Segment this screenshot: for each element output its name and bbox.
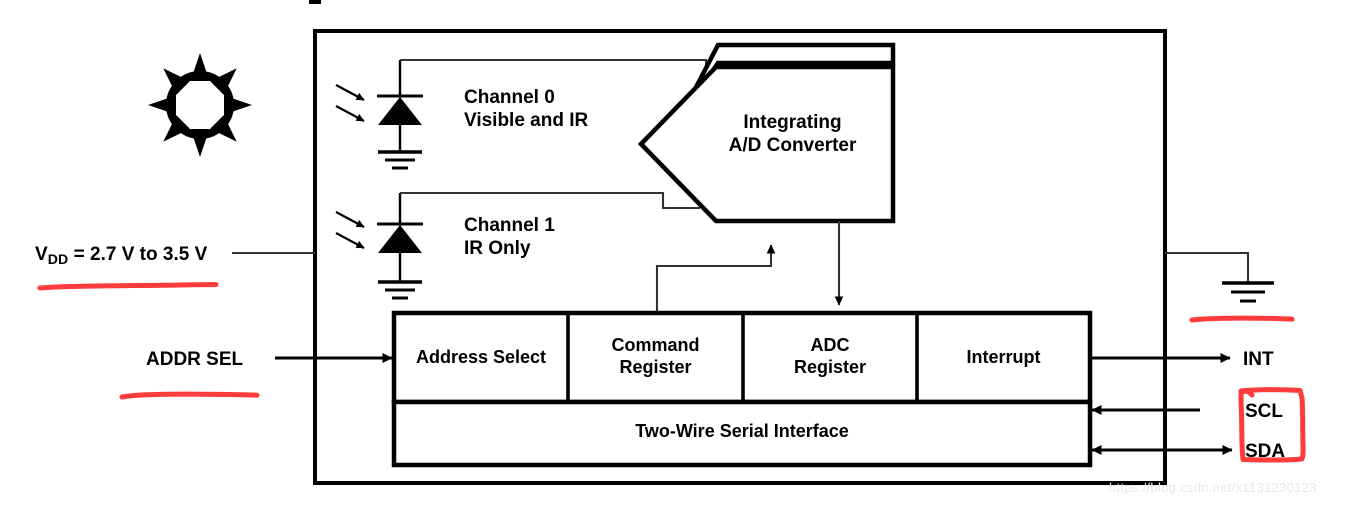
channel-1-line2: IR Only [464,238,531,260]
scl-pin-label: SCL [1245,400,1283,423]
channel-0-line1: Channel 0 [464,87,555,108]
scl-text: SCL [1245,401,1283,422]
vdd-v: V [35,244,48,265]
adc-line1: Integrating [743,112,842,133]
channel-0-line2: Visible and IR [464,110,589,132]
command-register-line1: Command [611,335,700,355]
register-cell-command-register[interactable]: Command Register [568,335,743,379]
serial-interface-text: Two-Wire Serial Interface [635,421,849,441]
adc-line2: A/D Converter [728,135,857,157]
register-cell-interrupt[interactable]: Interrupt [917,347,1090,369]
address-select-line1: Address Select [415,347,547,367]
gnd-red-underline [1189,315,1295,323]
channel-1-label: Channel 1 IR Only [464,214,555,260]
vdd-red-underline [37,282,219,291]
int-pin-label: INT [1243,348,1274,371]
two-wire-serial-interface-label: Two-Wire Serial Interface [394,421,1090,443]
vdd-range: = 2.7 V to 3.5 V [68,244,208,265]
vdd-pin-label: VDD = 2.7 V to 3.5 V [35,243,207,268]
addr-sel-red-underline [119,391,260,400]
addr-sel-pin-label: ADDR SEL [146,348,243,371]
site-watermark: https://blog.csdn.net/x1131230123 [1109,480,1317,495]
addr-sel-text: ADDR SEL [146,349,244,370]
register-cell-address-select[interactable]: Address Select [394,347,568,369]
block-diagram-canvas: Channel 0 Visible and IR Channel 1 IR On… [0,0,1358,514]
interrupt-line1: Interrupt [966,347,1041,367]
int-text: INT [1243,349,1274,370]
channel-1-line1: Channel 1 [464,215,555,236]
sda-text: SDA [1245,441,1286,462]
adc-register-line2: Register [793,356,867,377]
channel-0-label: Channel 0 Visible and IR [464,86,588,132]
register-cell-adc-register[interactable]: ADC Register [743,335,917,379]
adc-label: Integrating A/D Converter [700,111,885,157]
adc-register-line1: ADC [810,335,850,355]
command-register-line2: Register [619,356,692,377]
vdd-subscript: DD [47,250,69,267]
sda-pin-label: SDA [1245,440,1285,463]
